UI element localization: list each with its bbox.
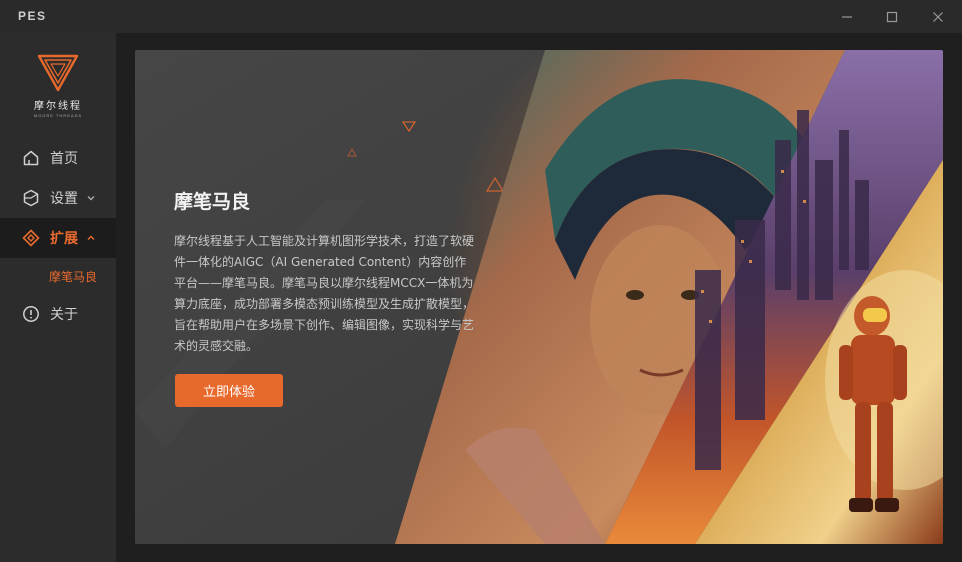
feature-banner: 摩笔马良 摩尔线程基于人工智能及计算机图形学技术，打造了软硬件一体化的AIGC（… [135, 50, 943, 544]
moore-threads-logo-icon [37, 54, 79, 92]
chevron-up-icon [86, 233, 96, 243]
sidebar-item-label: 首页 [50, 151, 78, 167]
sidebar-item-label: 关于 [50, 307, 78, 323]
brand-logo: 摩尔线程 MOORE THREADS [0, 53, 116, 121]
maximize-button[interactable] [869, 0, 915, 33]
minimize-icon [842, 15, 852, 18]
sidebar-subitem-mobimaliang[interactable]: 摩笔马良 [0, 258, 116, 294]
app-title: PES [18, 9, 47, 23]
feature-title: 摩笔马良 [174, 191, 251, 213]
close-button[interactable] [915, 0, 961, 33]
extension-icon [22, 229, 40, 247]
sidebar-item-label: 扩展 [50, 231, 78, 247]
info-icon [22, 305, 40, 323]
close-icon [933, 11, 943, 22]
sidebar-item-extensions[interactable]: 扩展 [0, 218, 116, 258]
home-icon [22, 149, 40, 167]
brand-name: 摩尔线程 [34, 101, 82, 112]
sidebar-subitem-label: 摩笔马良 [49, 269, 98, 284]
sidebar-item-settings[interactable]: 设置 [0, 178, 116, 218]
brand-subtitle: MOORE THREADS [33, 113, 83, 118]
settings-hexagon-icon [22, 189, 40, 207]
sidebar: 摩尔线程 MOORE THREADS 首页 设置 扩展 摩笔马良 关于 [0, 33, 116, 562]
title-bar: PES [0, 0, 962, 33]
minimize-button[interactable] [824, 0, 870, 33]
feature-description: 摩尔线程基于人工智能及计算机图形学技术，打造了软硬件一体化的AIGC（AI Ge… [174, 234, 475, 353]
sidebar-item-home[interactable]: 首页 [0, 138, 116, 178]
sidebar-item-about[interactable]: 关于 [0, 294, 116, 334]
chevron-down-icon [86, 193, 96, 203]
sidebar-item-label: 设置 [50, 191, 78, 207]
maximize-icon [886, 11, 898, 22]
try-now-button[interactable]: 立即体验 [175, 374, 283, 407]
